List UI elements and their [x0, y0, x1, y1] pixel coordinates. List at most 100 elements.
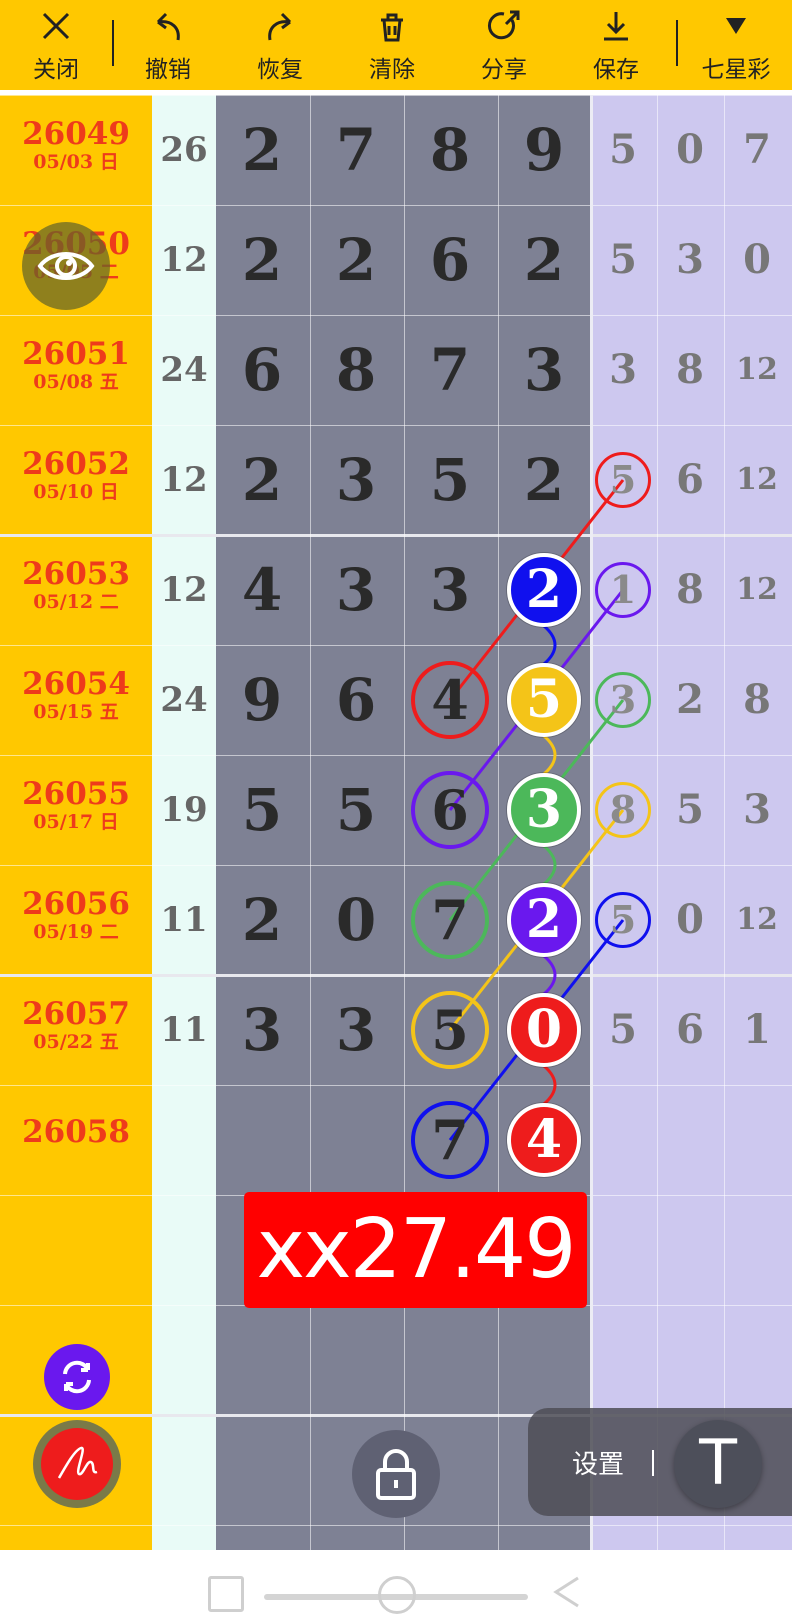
issue-cell: 26049 05/03 日 — [0, 117, 152, 173]
sum-value: 12 — [160, 240, 208, 280]
issue-number: 26058 — [22, 1114, 130, 1150]
refresh-button[interactable] — [44, 1344, 110, 1410]
issue-cell: 26055 05/17 日 — [0, 777, 152, 833]
visibility-toggle-button[interactable] — [22, 222, 110, 310]
issue-cell: 26058 — [0, 1115, 152, 1149]
clear-button[interactable]: 清除 — [342, 0, 442, 90]
lock-button[interactable] — [352, 1430, 440, 1518]
issue-number: 26057 — [22, 996, 130, 1032]
share-button[interactable]: 分享 — [454, 0, 554, 90]
tail-value: 8 — [676, 346, 704, 393]
refresh-icon — [63, 1360, 91, 1394]
sum-value: 12 — [160, 570, 208, 610]
digit-circle[interactable]: 3 — [507, 773, 581, 847]
digit-cell[interactable]: 2 — [216, 205, 308, 315]
sum-value: 11 — [160, 900, 208, 940]
digit-cell[interactable]: 2 — [216, 95, 308, 205]
issue-cell: 26051 05/08 五 — [0, 337, 152, 393]
digit-circle[interactable]: 0 — [507, 993, 581, 1067]
tail-value: 0 — [743, 236, 771, 283]
redo-button[interactable]: 恢复 — [230, 0, 330, 90]
digit-circle[interactable]: 2 — [507, 883, 581, 957]
tail-value: 12 — [736, 352, 778, 387]
tail-circle[interactable]: 5 — [595, 892, 651, 948]
lottery-type-dropdown[interactable]: 七星彩 — [686, 0, 786, 90]
settings-button[interactable]: 设置 — [572, 1444, 624, 1481]
tail-value: 6 — [676, 1006, 704, 1053]
digit-cell[interactable]: 9 — [216, 645, 308, 755]
close-button[interactable]: 关闭 — [6, 0, 106, 90]
digit-cell[interactable]: 5 — [310, 755, 402, 865]
digit-cell[interactable]: 6 — [310, 645, 402, 755]
tail-value: 6 — [676, 456, 704, 503]
digit-circle[interactable]: 2 — [507, 553, 581, 627]
digit-cell[interactable]: 7 — [310, 95, 402, 205]
tail-circle[interactable]: 8 — [595, 782, 651, 838]
home-button[interactable] — [378, 1576, 416, 1614]
text-tool-button[interactable]: T — [674, 1420, 762, 1508]
digit-cell[interactable]: 5 — [216, 755, 308, 865]
price-badge: xx27.49 — [244, 1192, 587, 1308]
redo-label: 恢复 — [257, 57, 303, 83]
tail-value: 8 — [676, 566, 704, 613]
tail-circle[interactable]: 1 — [595, 562, 651, 618]
digit-cell[interactable]: 2 — [216, 865, 308, 975]
issue-number: 26056 — [22, 886, 130, 922]
digit-cell[interactable]: 2 — [498, 425, 590, 535]
digit-cell[interactable]: 5 — [404, 425, 496, 535]
digit-cell[interactable]: 8 — [404, 95, 496, 205]
digit-circle[interactable]: 4 — [411, 661, 489, 739]
digit-cell[interactable]: 0 — [310, 865, 402, 975]
tail-value: 3 — [676, 236, 704, 283]
digit-circle[interactable]: 7 — [411, 881, 489, 959]
tail-value: 8 — [743, 676, 771, 723]
grid-row-line — [0, 1525, 792, 1526]
digit-cell[interactable]: 2 — [216, 425, 308, 535]
back-icon[interactable] — [548, 1572, 588, 1612]
sum-value: 24 — [160, 680, 208, 720]
digit-cell[interactable]: 3 — [498, 315, 590, 425]
digit-cell[interactable]: 3 — [216, 975, 308, 1085]
issue-date: 05/22 五 — [33, 1031, 119, 1053]
undo-button[interactable]: 撤销 — [118, 0, 218, 90]
digit-circle[interactable]: 4 — [507, 1103, 581, 1177]
dropdown-triangle-icon — [726, 18, 746, 34]
digit-cell[interactable]: 3 — [310, 975, 402, 1085]
toolbar-divider — [112, 20, 114, 66]
digit-cell[interactable]: 2 — [498, 205, 590, 315]
digit-cell[interactable]: 3 — [404, 535, 496, 645]
system-nav-bar — [0, 1550, 792, 1614]
digit-cell[interactable]: 8 — [310, 315, 402, 425]
digit-cell[interactable]: 2 — [310, 205, 402, 315]
issue-number: 26054 — [22, 666, 130, 702]
digit-circle[interactable]: 5 — [411, 991, 489, 1069]
save-button[interactable]: 保存 — [566, 0, 666, 90]
digit-cell[interactable]: 3 — [310, 425, 402, 535]
tail-circle[interactable]: 5 — [595, 452, 651, 508]
recent-apps-button[interactable] — [208, 1576, 244, 1612]
digit-circle[interactable]: 5 — [507, 663, 581, 737]
digit-cell[interactable]: 9 — [498, 95, 590, 205]
digit-cell[interactable]: 6 — [404, 205, 496, 315]
digit-circle[interactable]: 7 — [411, 1101, 489, 1179]
issue-date: 05/08 五 — [33, 371, 119, 393]
digit-cell[interactable]: 3 — [310, 535, 402, 645]
digit-cell[interactable]: 7 — [404, 315, 496, 425]
issue-number: 26051 — [22, 336, 130, 372]
tail-value: 0 — [676, 126, 704, 173]
share-label: 分享 — [481, 57, 527, 83]
issue-date: 05/19 二 — [33, 921, 119, 943]
issue-cell: 26057 05/22 五 — [0, 997, 152, 1053]
eye-icon — [37, 252, 95, 280]
sum-value: 24 — [160, 350, 208, 390]
signature-icon — [57, 1446, 98, 1479]
issue-date: 05/10 日 — [33, 481, 119, 503]
pen-color-swatch — [41, 1428, 113, 1500]
digit-cell[interactable]: 4 — [216, 535, 308, 645]
tail-value: 5 — [609, 126, 637, 173]
digit-cell[interactable]: 6 — [216, 315, 308, 425]
grid-row-line — [0, 1085, 792, 1086]
tail-circle[interactable]: 3 — [595, 672, 651, 728]
pen-tool-button[interactable] — [33, 1420, 121, 1508]
digit-circle[interactable]: 6 — [411, 771, 489, 849]
